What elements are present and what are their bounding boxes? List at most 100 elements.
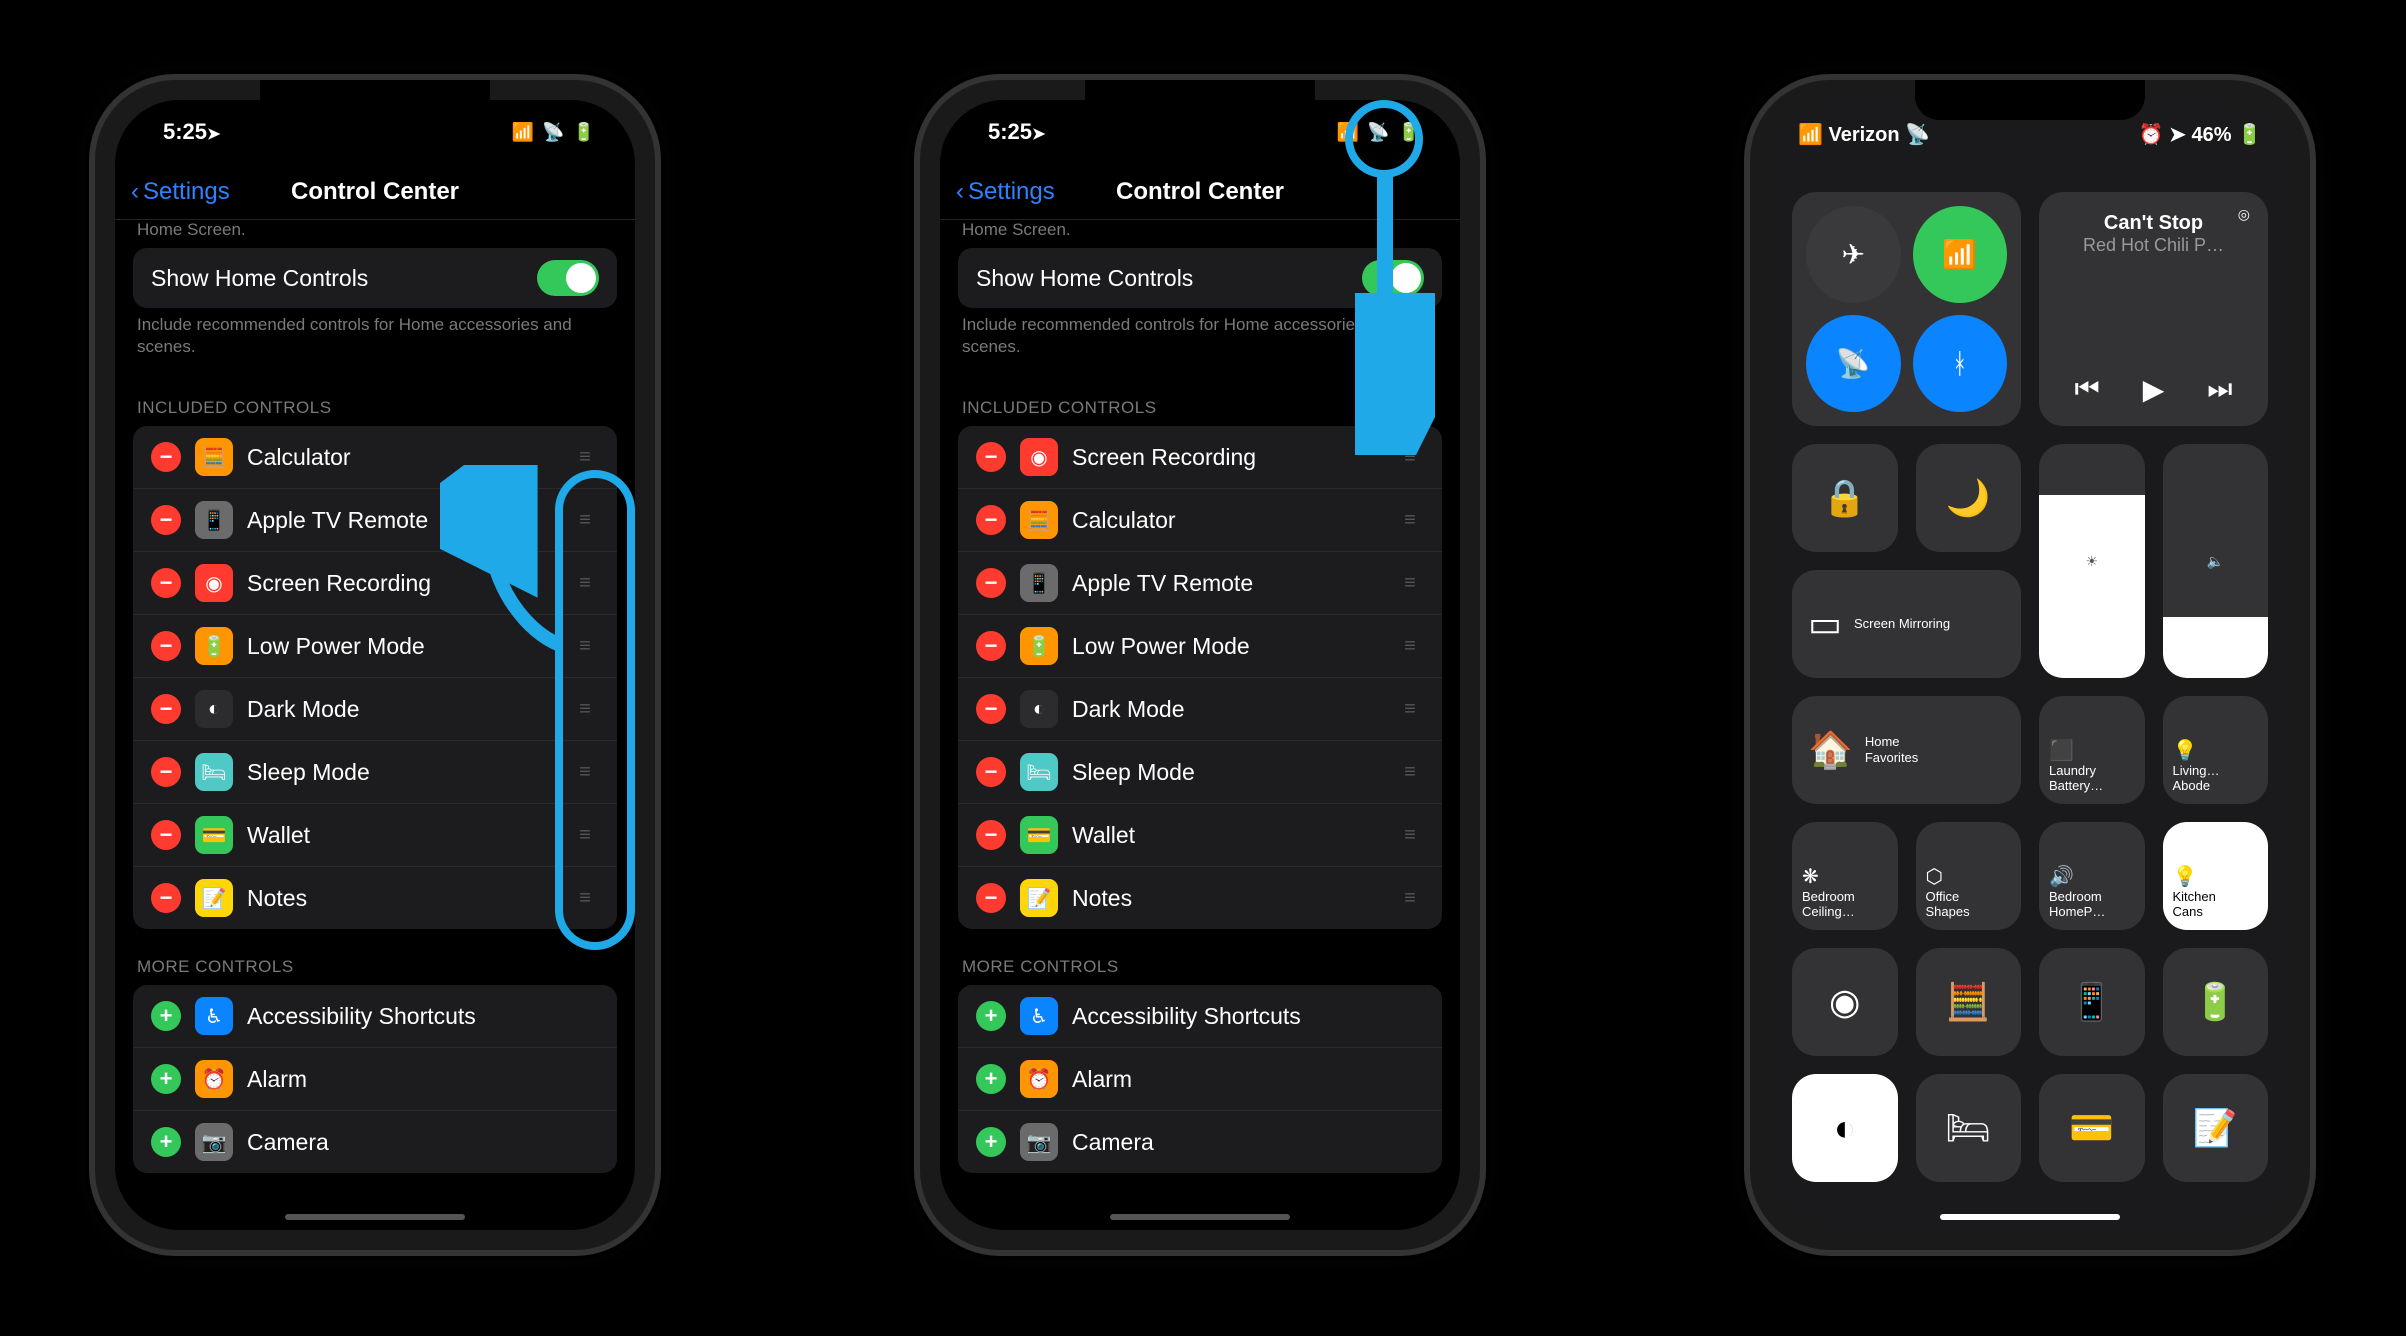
home-favorites-label: HomeFavorites [1865,734,1918,765]
drag-handle[interactable]: ≡ [1396,887,1424,910]
phone-frame-right: 📶 Verizon 📡 ⏰ ➤ 46% 🔋 ✈︎ 📶 📡 ᚼ [1750,80,2310,1250]
orientation-lock-tile[interactable]: 🔒 [1792,444,1898,552]
notes-icon: 📝 [2193,1107,2238,1149]
remove-button[interactable]: − [976,568,1006,598]
drag-handle[interactable]: ≡ [571,887,599,910]
home-indicator[interactable] [1110,1214,1290,1220]
show-home-controls-toggle[interactable] [1362,260,1424,296]
drag-handle[interactable]: ≡ [571,509,599,532]
show-home-controls-toggle[interactable] [537,260,599,296]
control-row: +♿︎Accessibility Shortcuts [133,985,617,1048]
screen-record-button[interactable]: ◉ [1792,948,1898,1056]
device-tile-kitchen-cans[interactable]: 💡 KitchenCans [2163,822,2269,930]
add-button[interactable]: + [976,1001,1006,1031]
remove-button[interactable]: − [151,694,181,724]
add-button[interactable]: + [976,1064,1006,1094]
control-label: Notes [1072,885,1382,912]
app-icon: ◐ [195,690,233,728]
screen-mirroring-tile[interactable]: ▭ Screen Mirroring [1792,570,2021,678]
volume-slider[interactable]: 🔈 [2163,444,2269,678]
control-label: Apple TV Remote [1072,570,1382,597]
back-button[interactable]: ‹ Settings [956,178,1055,206]
remove-button[interactable]: − [976,883,1006,913]
add-button[interactable]: + [976,1127,1006,1157]
drag-handle[interactable]: ≡ [571,761,599,784]
record-icon: ◉ [1829,981,1860,1023]
content[interactable]: Home Screen. Show Home Controls Include … [940,220,1460,1193]
drag-handle[interactable]: ≡ [1396,824,1424,847]
remove-button[interactable]: − [976,631,1006,661]
control-row: −📝Notes≡ [133,867,617,929]
device-tile-laundry[interactable]: ⬛ LaundryBattery… [2039,696,2145,804]
remove-button[interactable]: − [976,694,1006,724]
remove-button[interactable]: − [976,757,1006,787]
drag-handle[interactable]: ≡ [1396,446,1424,469]
content[interactable]: Home Screen. Show Home Controls Include … [115,220,635,1193]
control-label: Alarm [1072,1066,1424,1093]
remove-button[interactable]: − [151,505,181,535]
device-tile-bedroom-ceiling[interactable]: ❋ BedroomCeiling… [1792,822,1898,930]
show-home-controls-row: Show Home Controls [133,248,617,308]
app-icon: ◉ [1020,438,1058,476]
signal-icon: 📶 [1798,124,1828,146]
battery-pct: 46% [2192,124,2232,146]
home-indicator[interactable] [1940,1214,2120,1220]
play-button[interactable]: ▶ [2143,373,2165,406]
rewind-button[interactable]: ⏮ [2075,373,2100,406]
control-center[interactable]: ✈︎ 📶 📡 ᚼ ◎ Can't Stop Red Hot Chili P… ⏮… [1770,174,2290,1200]
low-power-button[interactable]: 🔋 [2163,948,2269,1056]
calculator-button[interactable]: 🧮 [1916,948,2022,1056]
wifi-icon: 📡 [1367,122,1389,143]
remove-button[interactable]: − [976,505,1006,535]
wallet-button[interactable]: 💳 [2039,1074,2145,1182]
control-row: −💳Wallet≡ [958,804,1442,867]
add-button[interactable]: + [151,1064,181,1094]
drag-handle[interactable]: ≡ [571,635,599,658]
forward-button[interactable]: ⏭ [2207,373,2232,406]
dark-mode-button[interactable]: ◐ [1792,1074,1898,1182]
bluetooth-button[interactable]: ᚼ [1913,315,2008,412]
remove-button[interactable]: − [151,568,181,598]
drag-handle[interactable]: ≡ [571,446,599,469]
connectivity-tile[interactable]: ✈︎ 📶 📡 ᚼ [1792,192,2021,426]
drag-handle[interactable]: ≡ [571,698,599,721]
device-tile-living[interactable]: 💡 Living…Abode [2163,696,2269,804]
media-tile[interactable]: ◎ Can't Stop Red Hot Chili P… ⏮ ▶ ⏭ [2039,192,2268,426]
back-button[interactable]: ‹ Settings [131,178,230,206]
add-button[interactable]: + [151,1001,181,1031]
home-indicator[interactable] [285,1214,465,1220]
notes-button[interactable]: 📝 [2163,1074,2269,1182]
control-row: −📱Apple TV Remote≡ [958,552,1442,615]
remove-button[interactable]: − [151,820,181,850]
drag-handle[interactable]: ≡ [1396,761,1424,784]
device-tile-office-shapes[interactable]: ⬡ OfficeShapes [1916,822,2022,930]
do-not-disturb-tile[interactable]: 🌙 [1916,444,2022,552]
remove-button[interactable]: − [151,883,181,913]
drag-handle[interactable]: ≡ [1396,572,1424,595]
drag-handle[interactable]: ≡ [1396,635,1424,658]
remove-button[interactable]: − [151,631,181,661]
control-row: −◉Screen Recording≡ [133,552,617,615]
drag-handle[interactable]: ≡ [571,824,599,847]
airplane-button[interactable]: ✈︎ [1806,206,1901,303]
bed-icon: 🛏 [1945,1107,1991,1149]
control-label: Sleep Mode [247,759,557,786]
wifi-button[interactable]: 📡 [1806,315,1901,412]
drag-handle[interactable]: ≡ [1396,698,1424,721]
remove-button[interactable]: − [151,442,181,472]
remove-button[interactable]: − [151,757,181,787]
brightness-slider[interactable]: ☀︎ [2039,444,2145,678]
alarm-icon: ⏰ [2139,124,2164,146]
cellular-button[interactable]: 📶 [1913,206,2008,303]
remove-button[interactable]: − [976,820,1006,850]
app-icon: ⏰ [1020,1060,1058,1098]
home-favorites-tile[interactable]: 🏠 HomeFavorites [1792,696,2021,804]
drag-handle[interactable]: ≡ [1396,509,1424,532]
airplay-icon[interactable]: ◎ [2238,206,2250,223]
add-button[interactable]: + [151,1127,181,1157]
remove-button[interactable]: − [976,442,1006,472]
sleep-mode-button[interactable]: 🛏 [1916,1074,2022,1182]
remote-button[interactable]: 📱 [2039,948,2145,1056]
drag-handle[interactable]: ≡ [571,572,599,595]
device-tile-bedroom-homepod[interactable]: 🔊 BedroomHomeP… [2039,822,2145,930]
